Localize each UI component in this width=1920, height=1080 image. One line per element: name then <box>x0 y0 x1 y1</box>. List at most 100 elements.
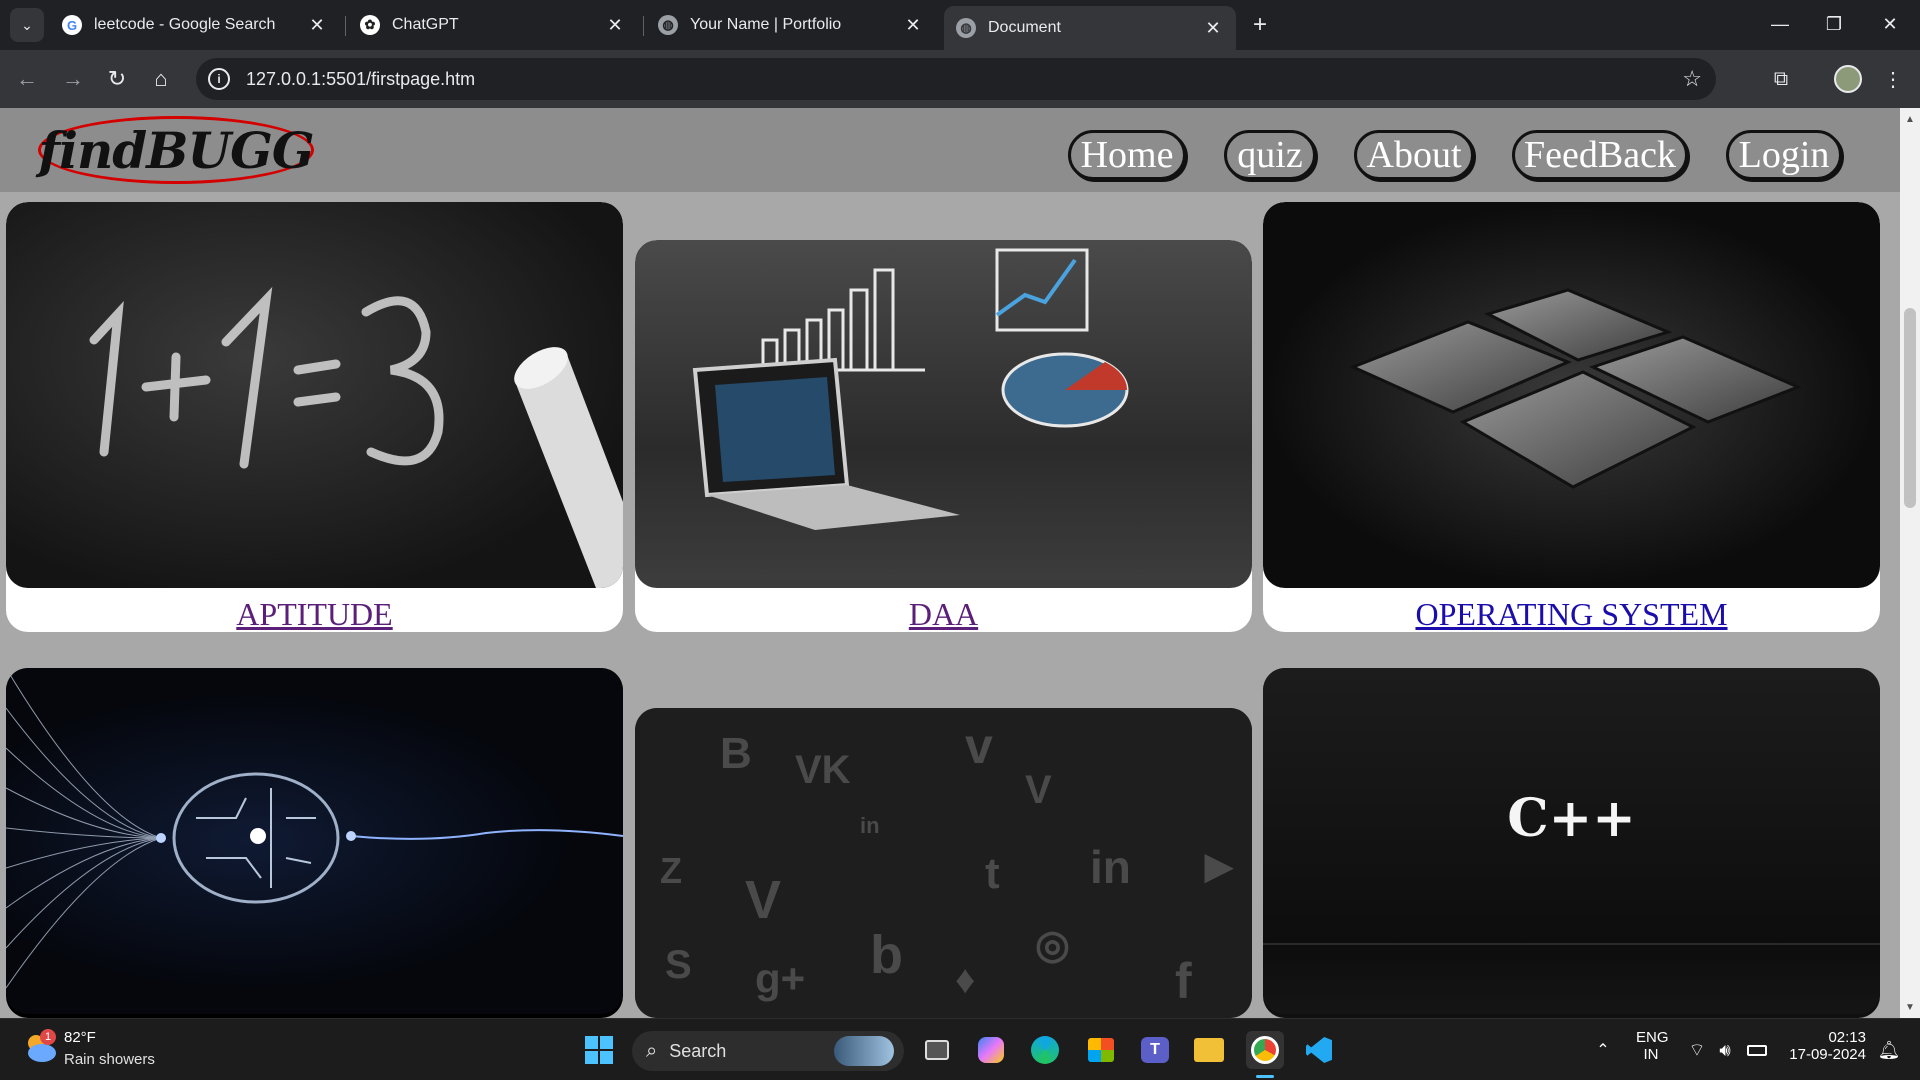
tab-separator <box>643 16 644 36</box>
svg-text:g+: g+ <box>755 955 805 1002</box>
brain-circuit <box>172 772 340 904</box>
nav-about-button[interactable]: About <box>1354 130 1474 180</box>
svg-text:VK: VK <box>795 748 851 792</box>
cpp-image: C++ <box>1263 668 1880 1014</box>
svg-text:v: v <box>965 718 993 774</box>
social-media-image: B VK vV ZV in t in b g+ ◎ f ▶ S ♦ <box>635 708 1252 1018</box>
search-highlight-image <box>834 1036 894 1066</box>
svg-text:in: in <box>1090 841 1131 893</box>
chrome-taskbar-icon[interactable] <box>1246 1031 1284 1069</box>
page-scrollbar[interactable]: ▲ ▼ <box>1900 108 1920 1018</box>
svg-text:b: b <box>870 925 903 985</box>
course-card-operating-system[interactable]: OPERATING SYSTEM <box>1263 202 1880 632</box>
close-tab-icon[interactable]: ✕ <box>604 15 626 36</box>
menu-kebab-icon[interactable]: ⋮ <box>1876 62 1910 96</box>
svg-text:B: B <box>720 729 752 778</box>
notification-bell-icon[interactable]: 🔔︎ <box>1870 1031 1908 1069</box>
svg-text:t: t <box>985 849 1000 898</box>
close-tab-icon[interactable]: ✕ <box>902 15 924 36</box>
close-tab-icon[interactable]: ✕ <box>1202 18 1224 39</box>
nav-feedback-button[interactable]: FeedBack <box>1512 130 1688 180</box>
profile-avatar[interactable] <box>1834 65 1862 93</box>
vscode-icon[interactable] <box>1300 1031 1338 1069</box>
tab-document[interactable]: ◍ Document ✕ <box>944 6 1236 50</box>
nav-home-button[interactable]: Home <box>1068 130 1186 180</box>
laptop-charts-image <box>635 240 1252 588</box>
svg-text:in: in <box>860 813 880 838</box>
copilot-icon[interactable] <box>972 1031 1010 1069</box>
file-explorer-icon[interactable] <box>1190 1031 1228 1069</box>
scroll-down-arrow-icon[interactable]: ▼ <box>1900 998 1920 1016</box>
bookmark-star-icon[interactable]: ☆ <box>1682 66 1702 92</box>
svg-text:Z: Z <box>660 850 682 891</box>
course-card-aptitude[interactable]: APTITUDE <box>6 202 623 632</box>
logo-text: findBUGG <box>38 120 314 180</box>
search-icon: ⌕ <box>646 1039 658 1062</box>
course-card-daa[interactable]: DAA <box>635 240 1252 632</box>
tab-portfolio[interactable]: ◍ Your Name | Portfolio ✕ <box>646 6 936 44</box>
pie-chart-sketch <box>1001 352 1129 428</box>
windows-start-icon <box>585 1036 613 1064</box>
laptop-sketch <box>692 357 960 530</box>
scrollbar-thumb[interactable] <box>1904 308 1916 508</box>
nav-login-button[interactable]: Login <box>1726 130 1842 180</box>
weather-badge: 1 <box>40 1029 56 1045</box>
new-tab-button[interactable]: + <box>1245 10 1275 40</box>
windows-taskbar: 1 82°F Rain showers ⌕ Search T ⌃ ENG IN … <box>0 1018 1920 1080</box>
forward-button[interactable]: → <box>56 62 90 96</box>
site-logo[interactable]: findBUGG <box>38 116 315 184</box>
start-button[interactable] <box>580 1031 618 1069</box>
chalk-stick <box>514 347 623 588</box>
language-code: ENG <box>1636 1029 1669 1046</box>
weather-widget-icon[interactable]: 1 <box>20 1029 60 1069</box>
windows-logo-drawing <box>1349 288 1802 489</box>
scroll-up-arrow-icon[interactable]: ▲ <box>1900 110 1920 128</box>
card-link-operating-system[interactable]: OPERATING SYSTEM <box>1263 596 1880 632</box>
minimize-button[interactable]: — <box>1752 6 1808 42</box>
restore-button[interactable]: ❐ <box>1806 6 1862 42</box>
clock[interactable]: 02:13 17-09-2024 <box>1780 1029 1866 1063</box>
edge-browser-icon[interactable] <box>1026 1031 1064 1069</box>
teams-icon[interactable]: T <box>1136 1031 1174 1069</box>
svg-text:f: f <box>1175 953 1192 1009</box>
close-window-button[interactable]: ✕ <box>1862 6 1918 42</box>
back-button[interactable]: ← <box>10 62 44 96</box>
url-text: 127.0.0.1:5501/firstpage.htm <box>246 68 476 89</box>
svg-text:V: V <box>745 870 781 930</box>
globe-icon: ◍ <box>956 18 976 38</box>
task-view-icon[interactable] <box>918 1031 956 1069</box>
course-card-social[interactable]: B VK vV ZV in t in b g+ ◎ f ▶ S ♦ <box>635 708 1252 1018</box>
svg-text:V: V <box>1025 768 1052 812</box>
microsoft-store-icon[interactable] <box>1082 1031 1120 1069</box>
reload-button[interactable]: ↻ <box>100 62 134 96</box>
google-icon: G <box>62 15 82 35</box>
tab-title: Document <box>988 19 1061 36</box>
clock-date: 17-09-2024 <box>1789 1046 1866 1063</box>
chatgpt-icon: ✿ <box>360 15 380 35</box>
chalkboard-drawing <box>89 286 623 588</box>
weather-desc: Rain showers <box>64 1051 155 1068</box>
close-tab-icon[interactable]: ✕ <box>306 15 328 36</box>
tab-chatgpt[interactable]: ✿ ChatGPT ✕ <box>348 6 638 44</box>
nav-quiz-button[interactable]: quiz <box>1224 130 1316 180</box>
tab-title: leetcode - Google Search <box>94 16 276 33</box>
address-bar[interactable]: i 127.0.0.1:5501/firstpage.htm ☆ <box>196 58 1716 100</box>
card-link-daa[interactable]: DAA <box>635 596 1252 632</box>
card-link-aptitude[interactable]: APTITUDE <box>6 596 623 632</box>
social-icons-drawing: B VK vV ZV int inb g+◎ f▶ S ♦ <box>660 718 1234 1009</box>
svg-text:S: S <box>665 943 692 987</box>
laptop-charts-drawing <box>692 248 1129 530</box>
language-indicator[interactable]: ENG IN <box>1636 1029 1669 1063</box>
tab-leetcode[interactable]: G leetcode - Google Search ✕ <box>50 6 340 44</box>
course-card-cpp[interactable]: C++ <box>1263 668 1880 1018</box>
svg-text:▶: ▶ <box>1204 845 1234 886</box>
course-card-ai[interactable] <box>6 668 623 1018</box>
taskbar-search-box[interactable]: ⌕ Search <box>632 1031 904 1071</box>
tab-search-dropdown-button[interactable]: ⌄ <box>10 8 44 42</box>
home-button[interactable]: ⌂ <box>144 62 178 96</box>
tray-chevron-up-icon[interactable]: ⌃ <box>1584 1031 1622 1069</box>
extensions-icon[interactable]: ⧉ <box>1764 62 1798 96</box>
browser-tab-strip: ⌄ G leetcode - Google Search ✕ ✿ ChatGPT… <box>0 0 1920 50</box>
site-info-icon[interactable]: i <box>208 68 230 90</box>
battery-icon[interactable] <box>1738 1031 1776 1069</box>
